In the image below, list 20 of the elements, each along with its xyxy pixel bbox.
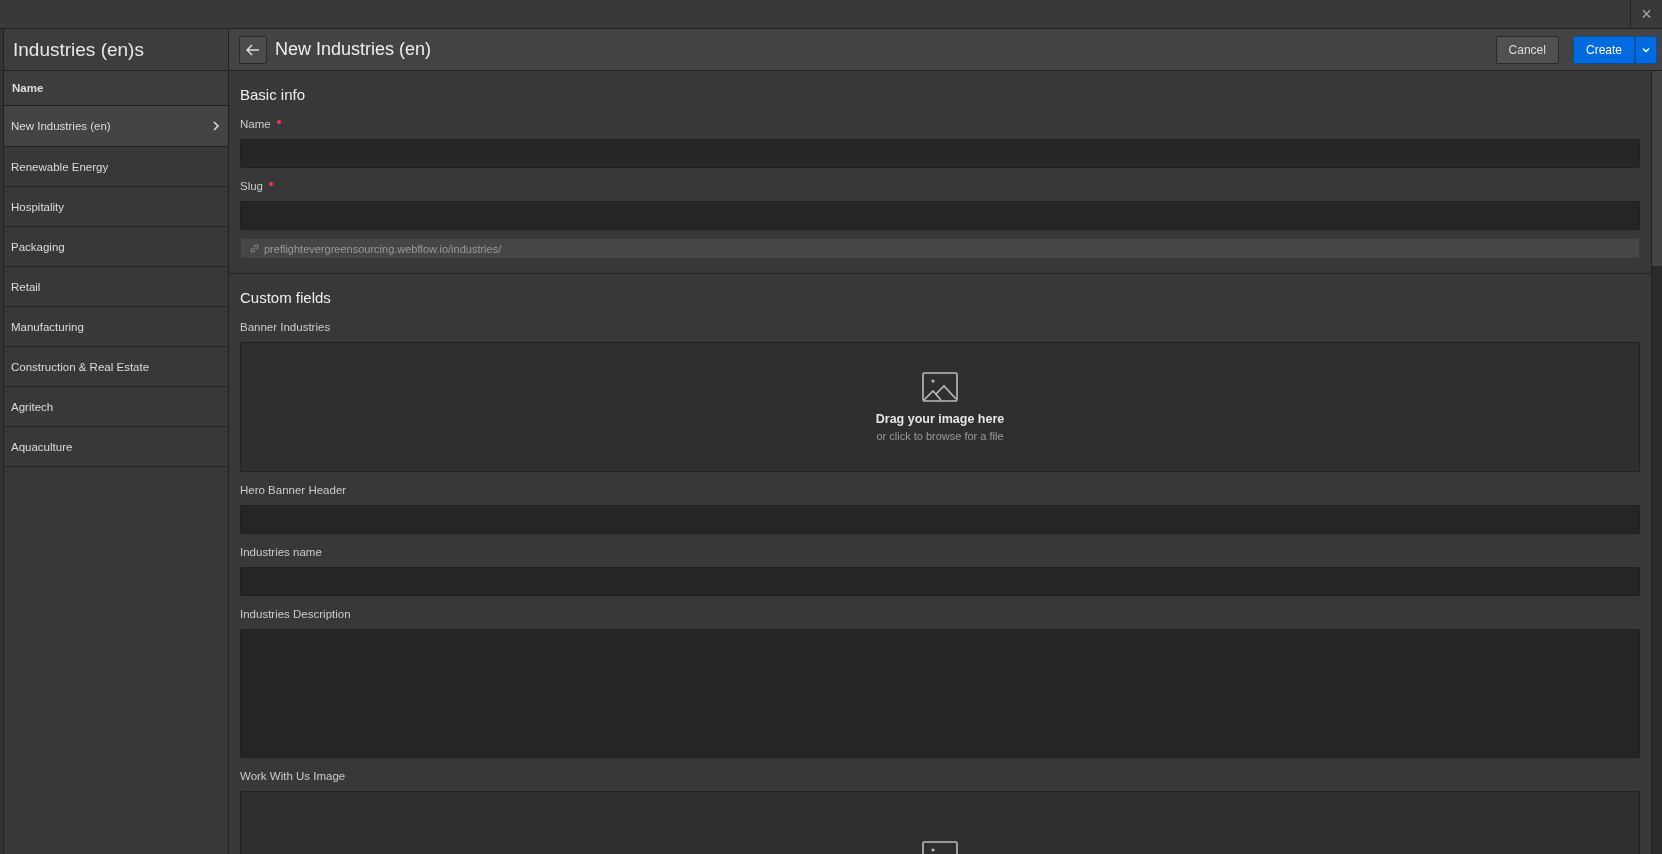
- field-label: Name: [240, 118, 281, 130]
- field-label: Industries Description: [240, 608, 351, 620]
- list-item[interactable]: New Industries (en): [4, 106, 228, 147]
- drop-subhint: or click to browse for a file: [876, 430, 1004, 442]
- field-label: Slug: [240, 180, 274, 192]
- field-label: Industries name: [240, 546, 322, 558]
- cancel-button[interactable]: Cancel: [1495, 35, 1559, 64]
- create-button[interactable]: Create: [1572, 35, 1635, 64]
- field-label: Hero Banner Header: [240, 484, 347, 496]
- section-title: Custom fields: [240, 289, 332, 306]
- editor-title: New Industries (en): [275, 39, 432, 60]
- collection-title: Industries (en)s: [13, 38, 144, 61]
- drop-hint: Drag your image here: [875, 412, 1005, 426]
- close-button[interactable]: ×: [1630, 0, 1662, 28]
- field-label: Banner Industries: [240, 321, 331, 333]
- field-label: Work With Us Image: [240, 770, 346, 782]
- url-preview: preflightevergreensourcing.webflow.io/industries/: [240, 238, 1640, 259]
- section-title: Basic info: [240, 86, 307, 103]
- column-header: Name: [4, 71, 228, 106]
- image-drop-zone[interactable]: Drag your image here or click to browse for a file: [240, 342, 1640, 472]
